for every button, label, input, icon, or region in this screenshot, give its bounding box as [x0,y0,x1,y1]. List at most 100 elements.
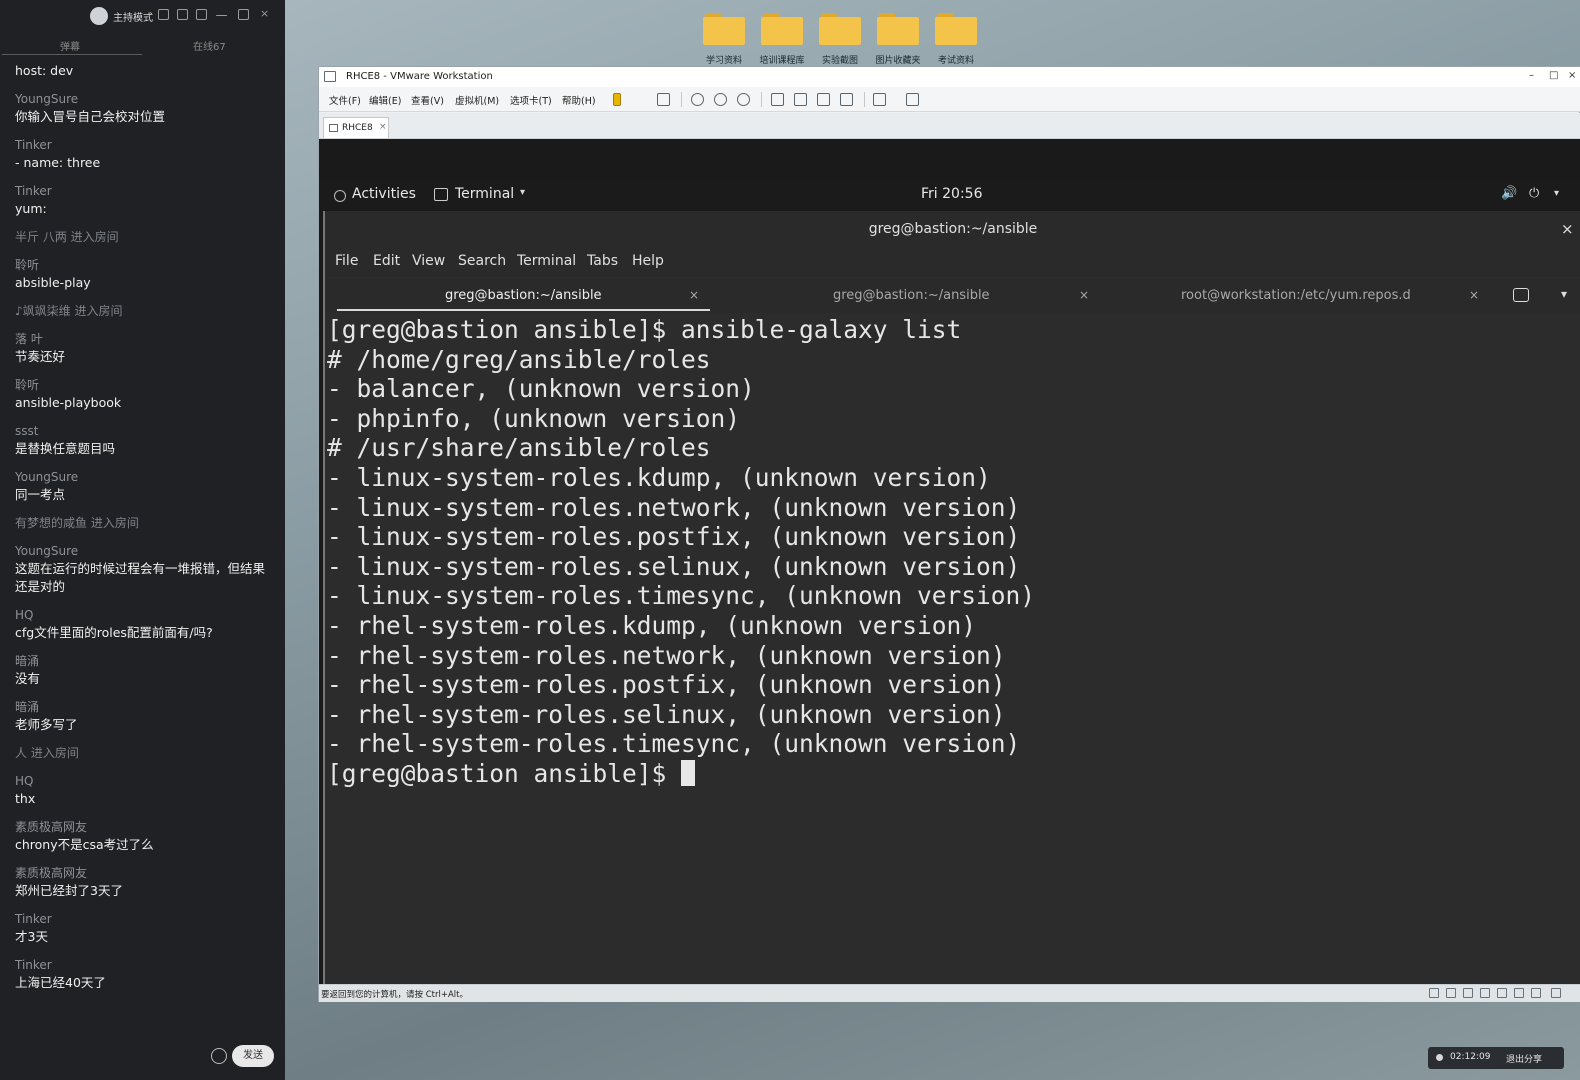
app-menu-button[interactable]: Terminal [455,186,514,202]
terminal-menu-search[interactable]: Search [458,253,506,269]
stop-share-button[interactable]: 退出分享 [1506,1052,1542,1065]
chat-message: Tinker 上海已经40天了 [15,957,275,992]
sound-icon[interactable] [1497,988,1507,998]
menu-file[interactable]: 文件(F) [329,93,361,107]
close-tab-icon[interactable]: × [1469,288,1479,302]
menu-icon[interactable] [196,9,207,20]
chat-message: ssst 是替换任意题目吗 [15,423,275,458]
folder-icon[interactable] [819,11,861,45]
printer-icon[interactable] [1514,988,1524,998]
minimize-icon[interactable] [216,15,227,16]
terminal-menu-view[interactable]: View [412,253,445,269]
share-badge: 02:12:09 退出分享 [1428,1047,1564,1069]
chat-message: YoungSure 同一考点 [15,469,275,504]
pause-icon[interactable] [613,93,621,106]
terminal-tab-3[interactable]: root@workstation:/etc/yum.repos.d × [1105,279,1495,313]
terminal-menu-file[interactable]: File [335,253,358,269]
terminal-line: - linux-system-roles.kdump, (unknown ver… [327,462,991,492]
maximize-icon[interactable]: □ [1549,70,1558,81]
chat-tabs: 弹幕 在线67 [0,34,285,56]
terminal-menu-tabs[interactable]: Tabs [587,253,618,269]
folder-icon[interactable] [877,11,919,45]
tab-online[interactable]: 在线67 [193,38,226,53]
terminal-menu-help[interactable]: Help [632,253,664,269]
host-avatar-icon [90,7,108,25]
chat-text: 你输入冒号自己会校对位置 [15,109,166,124]
terminal-output[interactable]: [greg@bastion ansible]$ ansible-galaxy l… [327,315,1577,975]
chat-message: YoungSure 这题在运行的时候过程会有一堆报错，但结果还是对的 [15,543,275,596]
toolbar-separator [761,92,762,107]
clock[interactable]: Fri 20:56 [921,186,982,202]
unity-icon[interactable] [840,93,853,106]
usb-icon[interactable] [1480,988,1490,998]
display-icon[interactable] [1531,988,1541,998]
send-ctrl-alt-del-icon[interactable] [657,93,670,106]
menu-view[interactable]: 查看(V) [411,93,444,107]
library-icon[interactable] [771,93,784,106]
cdrom-icon[interactable] [1446,988,1456,998]
emoji-icon[interactable] [211,1048,227,1064]
volume-icon[interactable]: 🔊 [1501,186,1517,201]
fullscreen-icon[interactable] [1551,988,1561,998]
terminal-line: - linux-system-roles.timesync, (unknown … [327,581,1036,611]
settings-icon[interactable] [158,9,169,20]
folder-icon[interactable] [935,11,977,45]
network-icon[interactable] [1463,988,1473,998]
active-tab-indicator [337,309,710,311]
hdd-icon[interactable] [1429,988,1439,998]
chat-username: YoungSure [15,544,79,558]
terminal-tab-1[interactable]: greg@bastion:~/ansible × [325,279,713,313]
terminal-menu-edit[interactable]: Edit [373,253,400,269]
stretch-icon[interactable] [906,93,919,106]
power-icon[interactable]: ⏻ [1529,186,1539,201]
maximize-icon[interactable] [238,9,249,20]
thumbnail-icon[interactable] [794,93,807,106]
vmware-window: RHCE8 - VMware Workstation – □ × 文件(F) 编… [318,66,1580,1002]
menu-vm[interactable]: 虚拟机(M) [455,93,499,107]
menu-edit[interactable]: 编辑(E) [369,93,401,107]
tab-danmu[interactable]: 弹幕 [60,38,80,53]
terminal-menu-terminal[interactable]: Terminal [517,253,576,269]
send-button[interactable]: 发送 [232,1045,274,1067]
console-icon[interactable] [873,93,886,106]
close-tab-icon[interactable]: × [1079,288,1089,302]
terminal-tab-2[interactable]: greg@bastion:~/ansible × [715,279,1105,313]
menu-tabs[interactable]: 选项卡(T) [510,93,552,107]
chat-username: Tinker [15,184,52,198]
close-tab-icon[interactable]: × [689,288,699,302]
chat-text: yum: [15,201,47,216]
folder-label: 考试资料 [937,56,974,65]
chat-text: 没有 [15,671,41,686]
new-tab-icon[interactable] [1513,288,1529,302]
chat-text: cfg文件里面的roles配置前面有/吗? [15,625,213,640]
chat-username: 落 叶 [15,332,43,346]
chevron-down-icon[interactable]: ▾ [1561,287,1567,301]
chat-username: 暗涌 [15,700,40,714]
chevron-down-icon[interactable]: ▾ [1554,188,1559,199]
folder-label: 实验截图 [821,56,858,65]
folder-icon[interactable] [703,11,745,45]
snapshot-manager-icon[interactable] [737,93,750,106]
terminal-line: - linux-system-roles.network, (unknown v… [327,492,1021,522]
chat-username: 素质极高网友 [15,820,88,834]
close-icon[interactable]: × [1561,220,1574,238]
terminal-line: - balancer, (unknown version) [327,374,755,404]
fullscreen-icon[interactable] [817,93,830,106]
chat-panel: 主持模式 × 弹幕 在线67 host: dev YoungSure 你输入冒号自己… [0,0,285,1080]
close-icon[interactable]: × [260,7,271,20]
vm-tab-rhce8[interactable]: RHCE8 × [323,117,389,138]
chat-username: 有梦想的咸鱼 进入房间 [15,516,139,530]
vmware-title: RHCE8 - VMware Workstation [346,71,493,82]
folder-icon[interactable] [761,11,803,45]
minimize-icon[interactable]: – [1529,70,1534,81]
snapshot-icon[interactable] [691,93,704,106]
close-tab-icon[interactable]: × [379,122,387,132]
revert-snapshot-icon[interactable] [714,93,727,106]
activities-button[interactable]: Activities [352,186,416,202]
popout-icon[interactable] [177,9,188,20]
guest-screen[interactable]: Activities Terminal ▾ Fri 20:56 🔊 ⏻ ▾ gr… [319,139,1580,984]
chat-message: HQ thx [15,773,275,808]
menu-help[interactable]: 帮助(H) [562,93,596,107]
terminal-line: [greg@bastion ansible]$ ansible-galaxy l… [327,315,962,344]
close-icon[interactable]: × [1568,70,1576,81]
